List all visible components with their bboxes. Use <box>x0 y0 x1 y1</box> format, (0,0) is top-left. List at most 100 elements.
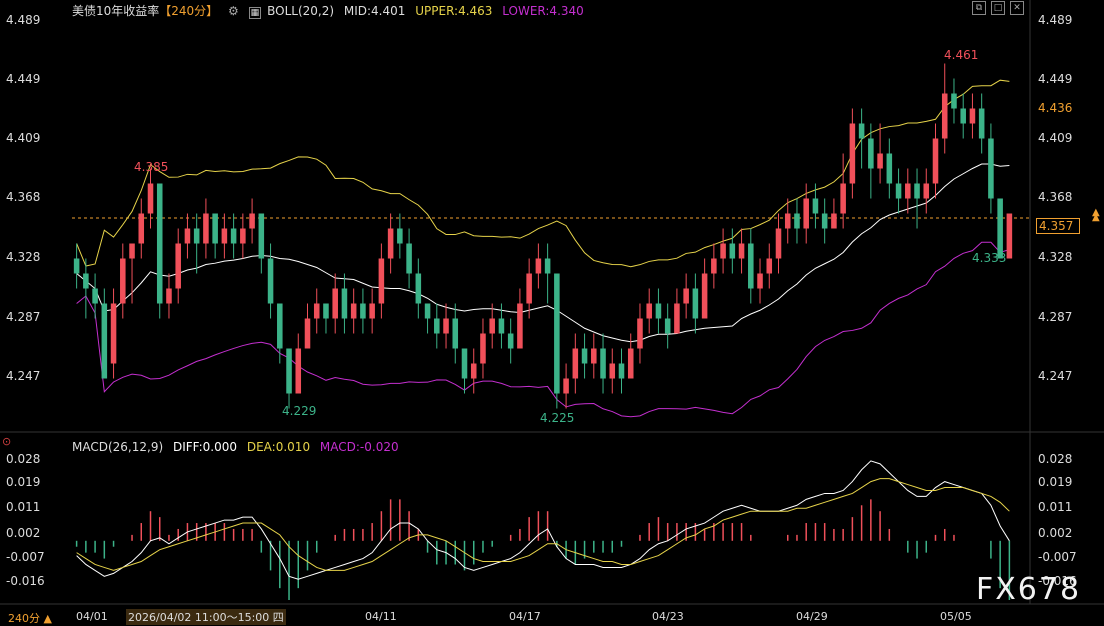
candle-body <box>711 258 717 274</box>
gear-icon[interactable]: ⚙ <box>228 4 239 18</box>
macd-y-label-right: 0.002 <box>1038 526 1073 540</box>
candle-body <box>988 138 994 199</box>
candle-body <box>313 303 320 319</box>
high-annotation: 4.385 <box>134 160 169 174</box>
boll-mid: MID:4.401 <box>343 4 406 18</box>
y-label-left: 4.489 <box>6 13 41 27</box>
candle-body <box>498 318 505 334</box>
chart-canvas[interactable] <box>0 0 1104 625</box>
candle-body <box>951 93 957 109</box>
candle-body <box>997 198 1003 259</box>
candle-body <box>748 243 754 289</box>
candle-body <box>914 183 920 199</box>
candle-body <box>415 273 422 304</box>
macd-y-label: 0.011 <box>6 500 41 514</box>
y-label-left: 4.247 <box>6 369 41 383</box>
candle-body <box>156 183 163 304</box>
macd-y-label: 0.019 <box>6 475 41 489</box>
candle-body <box>120 258 126 304</box>
y-label-right: 4.449 <box>1038 72 1073 86</box>
candle-body <box>858 123 865 139</box>
candle-body <box>591 348 597 364</box>
candle-body <box>138 213 145 244</box>
candle-body <box>729 243 736 259</box>
macd-label: MACD(26,12,9) <box>72 440 164 454</box>
low-annotation: 4.229 <box>282 404 317 418</box>
macd-y-label: 0.028 <box>6 452 41 466</box>
x-label: 04/29 <box>796 610 828 623</box>
boll-lower: LOWER:4.340 <box>502 4 584 18</box>
candle-body <box>452 318 459 349</box>
period-label: 240分 <box>8 612 40 625</box>
candle-body <box>267 258 274 304</box>
boll-lower-line <box>76 241 1010 418</box>
time-tooltip: 2026/04/02 11:00～15:00 四 <box>126 609 286 625</box>
candle-body <box>470 363 477 379</box>
candle-body <box>424 303 431 319</box>
watermark-logo: FX678 <box>976 572 1082 607</box>
close-icon[interactable]: ✕ <box>1010 1 1024 15</box>
high-annotation: 4.461 <box>944 48 979 62</box>
macd-dea: DEA:0.010 <box>246 440 311 454</box>
macd-diff: DIFF:0.000 <box>172 440 238 454</box>
boll-icon[interactable]: ▦ <box>248 7 262 19</box>
candle-body <box>627 348 634 379</box>
y-label-left: 4.409 <box>6 131 41 145</box>
candle-body <box>295 348 302 394</box>
period-arrow-icon: ▲ <box>43 612 52 625</box>
candle-body <box>193 228 200 244</box>
candle-body <box>821 213 828 229</box>
candle-body <box>637 318 643 349</box>
candle-body <box>517 303 523 349</box>
maximize-icon[interactable]: □ <box>991 1 1005 15</box>
macd-y-label: 0.002 <box>6 526 41 540</box>
candle-body <box>849 123 856 184</box>
candle-body <box>203 213 209 244</box>
candle-body <box>683 288 689 304</box>
low-annotation: 4.333 <box>972 251 1007 265</box>
candle-body <box>101 303 108 379</box>
candle-body <box>554 273 560 394</box>
period-selector[interactable]: 240分 ▲ <box>8 610 52 626</box>
candle-body <box>923 183 930 199</box>
candle-body <box>323 303 329 319</box>
candle-body <box>129 243 135 259</box>
boll-upper: UPPER:4.463 <box>415 4 493 18</box>
candle-body <box>868 138 874 169</box>
candle-body <box>886 153 893 184</box>
candle-body <box>664 318 671 334</box>
candle-body <box>258 213 265 259</box>
candle-body <box>978 108 985 139</box>
low-annotation: 4.225 <box>540 411 575 425</box>
candle-body <box>461 348 468 379</box>
candle-body <box>544 258 551 274</box>
candle-body <box>877 153 883 169</box>
candle-body <box>110 303 117 364</box>
candle-body <box>507 333 514 349</box>
y-label-left: 4.368 <box>6 190 41 204</box>
chart-window: 美债10年收益率【240分】 ⚙ ▦ BOLL(20,2) MID:4.401 U… <box>0 0 1104 625</box>
candle-body <box>332 288 338 319</box>
indicator-menu-icon[interactable]: ⊙ <box>2 435 11 448</box>
chart-header: 美债10年收益率【240分】 ⚙ ▦ BOLL(20,2) MID:4.401 U… <box>72 2 590 19</box>
period-tag[interactable]: 【240分】 <box>159 4 218 18</box>
scroll-up-icon-2[interactable]: ▲ <box>1092 212 1100 223</box>
candle-body <box>784 213 791 229</box>
x-label: 04/17 <box>509 610 541 623</box>
candle-body <box>840 183 846 214</box>
boll-mid-line <box>76 163 1010 343</box>
restore-icon[interactable]: ⧉ <box>972 1 986 15</box>
candle-body <box>286 348 292 394</box>
candle-body <box>674 303 680 334</box>
candle-body <box>775 228 782 259</box>
candle-body <box>147 183 154 214</box>
candle-body <box>434 318 440 334</box>
candle-body <box>812 198 819 214</box>
macd-y-label-right: -0.007 <box>1038 550 1077 564</box>
macd-header: MACD(26,12,9) DIFF:0.000 DEA:0.010 MACD:… <box>72 440 405 454</box>
candle-body <box>655 303 662 319</box>
candle-body <box>240 228 246 244</box>
y-label-left: 4.328 <box>6 250 41 264</box>
candle-body <box>794 213 800 229</box>
price-tag-high: 4.436 <box>1036 101 1078 115</box>
